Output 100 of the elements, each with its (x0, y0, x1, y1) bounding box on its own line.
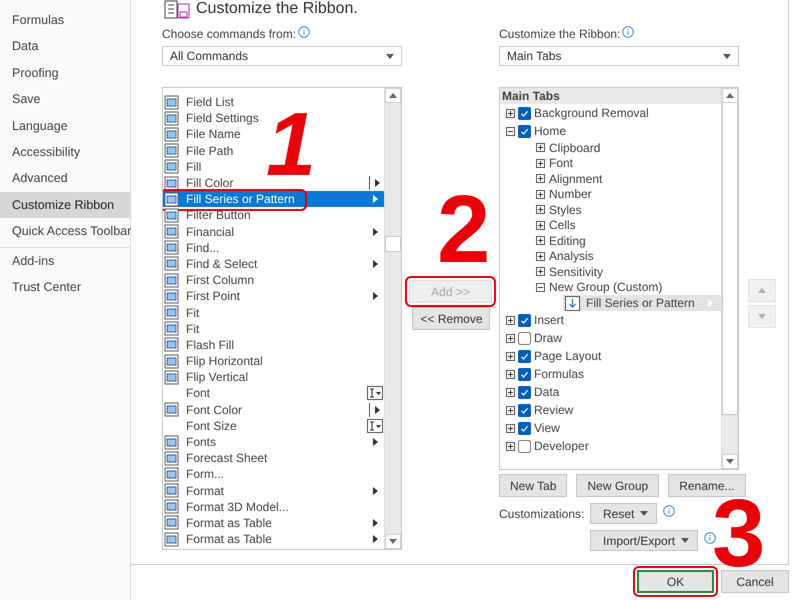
dialog-button[interactable]: OK (637, 570, 714, 593)
command-item[interactable]: First Column (163, 272, 384, 288)
dropdown-arrow-icon (681, 538, 690, 543)
transfer-button[interactable]: << Remove (412, 307, 490, 330)
down-arrow-icon (389, 539, 397, 544)
info-icon (663, 504, 676, 516)
info-icon (622, 26, 634, 38)
dropdown-arrow-icon (386, 54, 394, 58)
ribbon-group-item[interactable]: Analysis (500, 248, 721, 264)
tree-button[interactable]: New Group (576, 474, 660, 497)
ribbon-tab-item[interactable]: Home (500, 122, 721, 140)
command-item[interactable]: First Point (163, 288, 384, 304)
sidebar-item[interactable]: Save (0, 86, 130, 113)
menu-button[interactable]: Reset (590, 503, 658, 524)
ribbon-tab-item[interactable]: Developer (500, 437, 721, 455)
ribbon-tab-item[interactable]: View (500, 419, 721, 437)
tree-button[interactable]: Rename... (668, 474, 746, 497)
ribbon-tab-item[interactable]: Page Layout (500, 347, 721, 365)
ribbon-group-item[interactable]: New Group (Custom) (500, 280, 721, 295)
checkbox[interactable] (518, 368, 531, 380)
ribbon-group-item[interactable]: Styles (500, 202, 721, 218)
tree-button[interactable]: New Tab (499, 474, 568, 497)
ribbon-tab-item[interactable]: Data (500, 383, 721, 401)
ribbon-group-item[interactable]: Number (500, 186, 721, 202)
ribbon-dropdown[interactable]: Main Tabs (499, 46, 739, 66)
command-item[interactable]: Fonts (163, 434, 384, 450)
ribbon-group-item[interactable]: Sensitivity (500, 264, 721, 280)
command-item[interactable]: Flip Horizontal (163, 353, 384, 370)
field-label: Customize the Ribbon: (499, 27, 620, 41)
scroll-down-button[interactable] (385, 534, 401, 549)
ribbon-group-item[interactable]: Alignment (500, 171, 721, 186)
sidebar-item[interactable]: Formulas (0, 7, 130, 34)
ribbon-tab-item[interactable]: Background Removal (500, 104, 721, 122)
scroll-up-button[interactable] (385, 88, 401, 103)
ribbon-layout-icon (164, 0, 190, 20)
scroll-thumb[interactable] (385, 236, 401, 252)
ribbon-group-item[interactable]: Cells (500, 218, 721, 233)
dropdown-arrow-icon (640, 511, 648, 516)
command-item[interactable]: Form... (163, 466, 384, 482)
command-item[interactable]: Filter Button (163, 207, 384, 224)
sidebar-item[interactable]: Trust Center (0, 274, 130, 300)
checkbox[interactable] (518, 314, 531, 326)
scroll-down-button[interactable] (722, 454, 738, 469)
command-item[interactable]: Font Color (163, 402, 384, 418)
commands-dropdown[interactable]: All Commands (162, 46, 402, 66)
checkbox[interactable] (518, 124, 531, 138)
command-item[interactable]: Format as Table (163, 514, 384, 532)
sidebar-item[interactable]: Quick Access Toolbar (0, 218, 130, 245)
dropdown-arrow-icon (723, 54, 731, 58)
section-title: Customize the Ribbon. (196, 0, 358, 18)
command-item[interactable]: Font (163, 385, 384, 402)
step-number: 3 (712, 497, 766, 571)
command-item[interactable]: Fit (163, 304, 384, 321)
command-item[interactable]: Fit (163, 320, 384, 337)
command-item[interactable]: Flash Fill (163, 336, 384, 353)
submenu-arrow-icon (708, 299, 713, 307)
sidebar-item[interactable]: Data (0, 33, 130, 60)
command-item[interactable]: Financial (163, 224, 384, 240)
checkbox[interactable] (518, 440, 531, 452)
checkbox[interactable] (518, 422, 531, 434)
scroll-up-button[interactable] (722, 88, 738, 103)
menu-button[interactable]: Import/Export (590, 530, 698, 551)
ribbon-group-item[interactable]: Clipboard (500, 140, 721, 156)
command-item[interactable]: Field List (163, 94, 384, 110)
field-label: Choose commands from: (162, 27, 296, 41)
field-label: Customizations: (499, 506, 586, 520)
checkbox[interactable] (518, 106, 531, 120)
command-item[interactable]: Find... (163, 240, 384, 256)
checkbox[interactable] (518, 332, 531, 344)
command-item[interactable]: Format (163, 482, 384, 499)
sidebar-item[interactable]: Proofing (0, 60, 130, 86)
sidebar-item[interactable]: Accessibility (0, 138, 130, 166)
ribbon-group-item[interactable]: Font (500, 156, 721, 171)
sidebar-item[interactable]: Advanced (0, 165, 130, 192)
up-arrow-icon (389, 93, 397, 98)
down-arrow-icon (726, 459, 734, 464)
checkbox[interactable] (518, 350, 531, 362)
dialog-button[interactable]: Cancel (721, 570, 789, 593)
ribbon-command-item[interactable]: Fill Series or Pattern (563, 295, 721, 311)
info-icon (298, 26, 310, 38)
command-item[interactable]: Flip Vertical (163, 369, 384, 386)
sidebar-item[interactable]: Customize Ribbon (0, 192, 130, 218)
step-number: 2 (437, 193, 490, 267)
ribbon-tab-item[interactable]: Draw (500, 329, 721, 347)
up-arrow-icon (726, 93, 734, 98)
command-item[interactable]: Font Size (163, 418, 384, 434)
checkbox[interactable] (518, 404, 531, 416)
scroll-thumb[interactable] (722, 103, 738, 415)
checkbox[interactable] (518, 386, 531, 398)
command-item[interactable]: Find & Select (163, 256, 384, 272)
ribbon-tab-item[interactable]: Insert (500, 311, 721, 329)
sidebar-item[interactable]: Language (0, 112, 130, 139)
tree-header: Main Tabs (500, 88, 721, 104)
ribbon-tab-item[interactable]: Review (500, 401, 721, 419)
sidebar-item[interactable]: Add-ins (0, 248, 130, 274)
command-item[interactable]: Format 3D Model... (163, 498, 384, 515)
ribbon-tab-item[interactable]: Formulas (500, 365, 721, 383)
command-item[interactable]: Forecast Sheet (163, 450, 384, 466)
command-item[interactable]: Format as Table (163, 531, 384, 548)
ribbon-group-item[interactable]: Editing (500, 233, 721, 248)
